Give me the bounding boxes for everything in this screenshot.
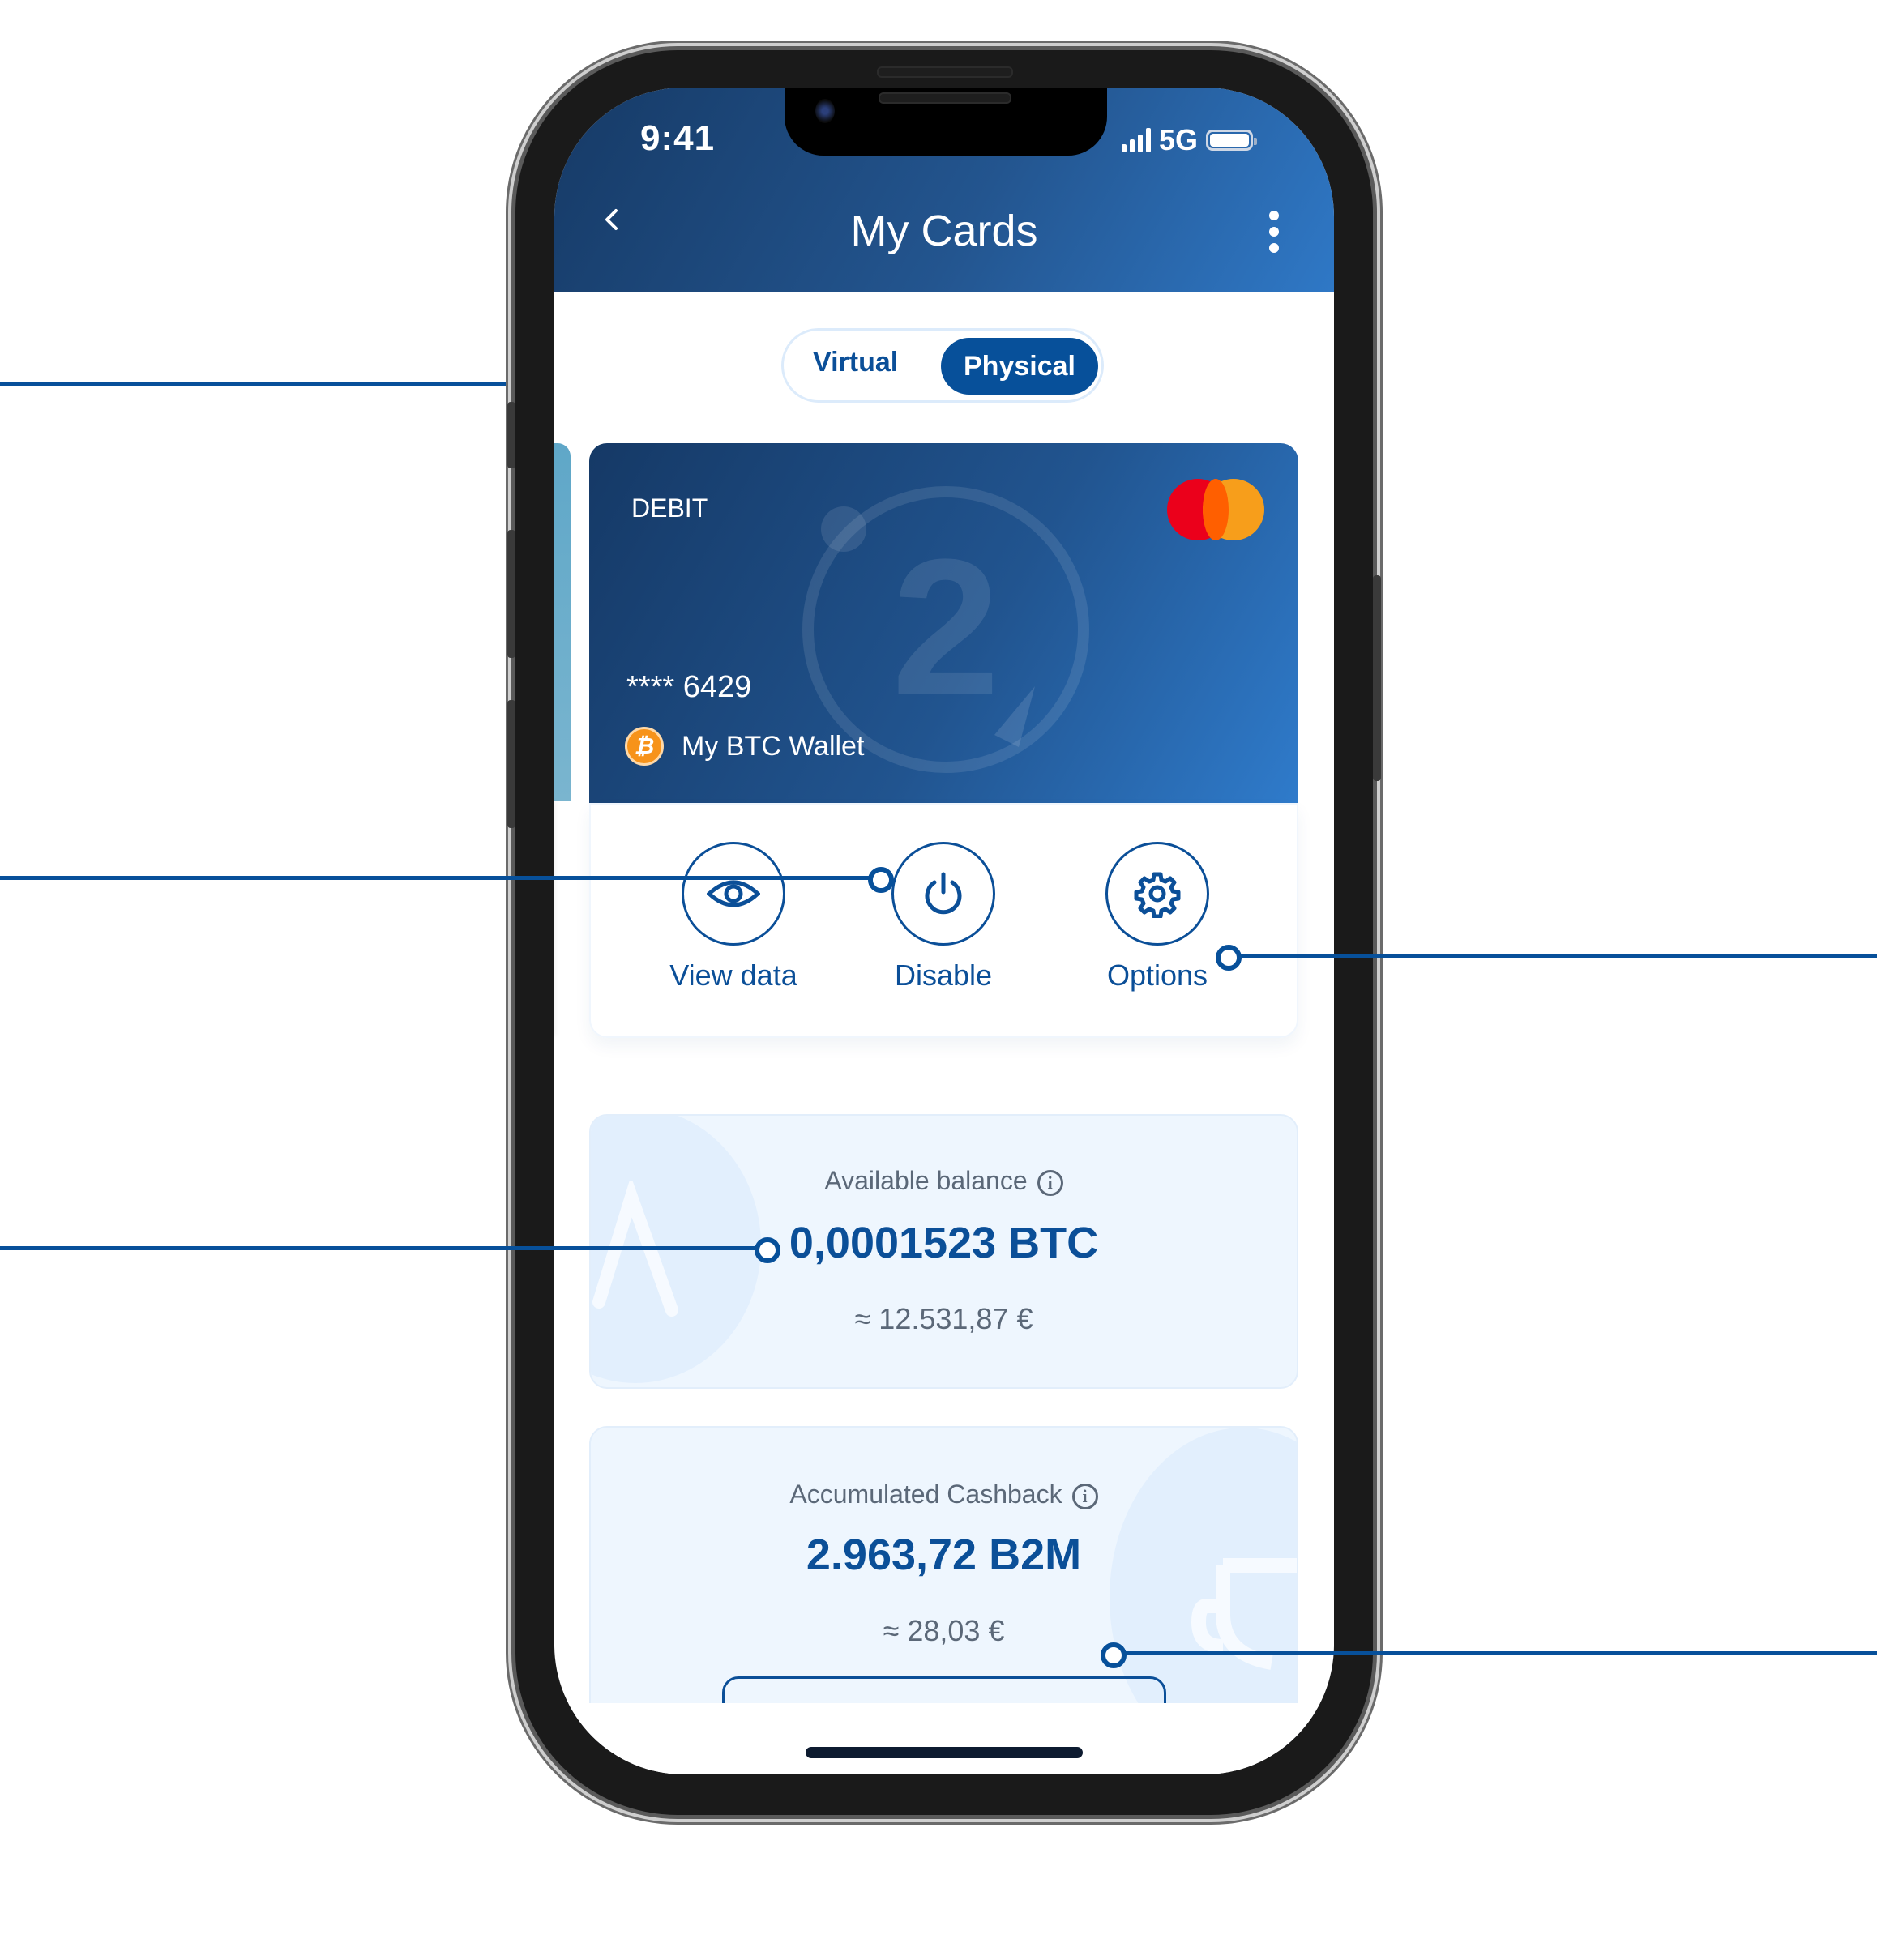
cashback-box: Accumulated Cashback i 2.963,72 B2M ≈ 28,… — [589, 1426, 1298, 1750]
mastercard-logo-icon — [1167, 479, 1264, 540]
callout-line-cashback — [1123, 1651, 1877, 1655]
network-type: 5G — [1159, 123, 1199, 156]
phone-volume-down-button — [507, 700, 515, 828]
available-balance-label: Available balance i — [591, 1166, 1297, 1196]
options-button[interactable]: Options — [1076, 842, 1238, 993]
callout-line-card-actions — [0, 876, 875, 880]
phone-power-button — [1373, 575, 1381, 781]
available-balance-value: 0,0001523 BTC — [789, 1219, 1099, 1267]
toggle-option-physical[interactable]: Physical — [941, 338, 1098, 395]
phone-volume-up-button — [507, 530, 515, 658]
available-balance-label-text: Available balance — [824, 1166, 1028, 1195]
options-label: Options — [1106, 959, 1208, 992]
watermark-digit: 2 — [891, 519, 999, 736]
status-indicators: 5G — [1122, 123, 1258, 157]
power-icon — [925, 872, 962, 915]
card-type-toggle: Virtual Physical — [781, 328, 1104, 403]
card-type-label: DEBIT — [631, 493, 708, 523]
info-icon[interactable]: i — [1071, 1483, 1098, 1509]
cashback-label-text: Accumulated Cashback — [789, 1480, 1062, 1509]
card-actions-panel: View data Disable Options — [589, 803, 1298, 1038]
callout-line-balance — [0, 1246, 762, 1250]
toggle-option-virtual[interactable]: Virtual — [813, 347, 898, 378]
callout-dot-card-actions — [868, 867, 894, 893]
available-balance-fiat: ≈ 12.531,87 € — [854, 1302, 1033, 1335]
eye-icon — [707, 880, 760, 907]
kebab-menu-icon[interactable] — [1269, 211, 1281, 259]
home-indicator[interactable] — [806, 1747, 1083, 1758]
available-balance-box: Available balance i 0,0001523 BTC ≈ 12.53… — [589, 1114, 1298, 1389]
callout-dot-options — [1216, 945, 1242, 971]
view-data-button[interactable]: View data — [652, 842, 815, 993]
battery-full-icon — [1206, 130, 1258, 151]
linked-wallet: ₿ My BTC Wallet — [625, 727, 864, 766]
wallet-name: My BTC Wallet — [682, 730, 865, 762]
callout-dot-cashback — [1101, 1642, 1127, 1668]
phone-speaker — [879, 92, 1011, 104]
bitcoin-icon: ₿ — [625, 727, 664, 766]
card-masked-number: **** 6429 — [626, 670, 752, 704]
app-screen: 9:41 5G My Cards Virtual Physical 2 DEBI… — [554, 88, 1334, 1774]
cashback-label: Accumulated Cashback i — [591, 1480, 1297, 1509]
gear-icon — [1134, 872, 1181, 918]
signal-bars-icon — [1122, 128, 1151, 152]
cashback-value: 2.963,72 B2M — [806, 1531, 1082, 1579]
disable-button[interactable]: Disable — [862, 842, 1024, 993]
bottom-safe-area — [554, 1703, 1334, 1774]
callout-dot-balance — [755, 1237, 780, 1263]
phone-speaker-top — [877, 66, 1013, 78]
phone-side-button — [507, 402, 515, 468]
callout-line-options — [1229, 954, 1877, 958]
debit-card[interactable]: 2 DEBIT **** 6429 ₿ My BTC Wallet — [589, 443, 1298, 803]
info-icon[interactable]: i — [1037, 1169, 1063, 1196]
page-title: My Cards — [850, 207, 1038, 255]
previous-card-peek[interactable] — [554, 443, 571, 801]
front-camera — [815, 99, 835, 123]
status-time: 9:41 — [640, 118, 716, 158]
disable-label: Disable — [894, 959, 993, 992]
view-data-label: View data — [669, 959, 797, 992]
cashback-fiat: ≈ 28,03 € — [883, 1614, 1005, 1647]
